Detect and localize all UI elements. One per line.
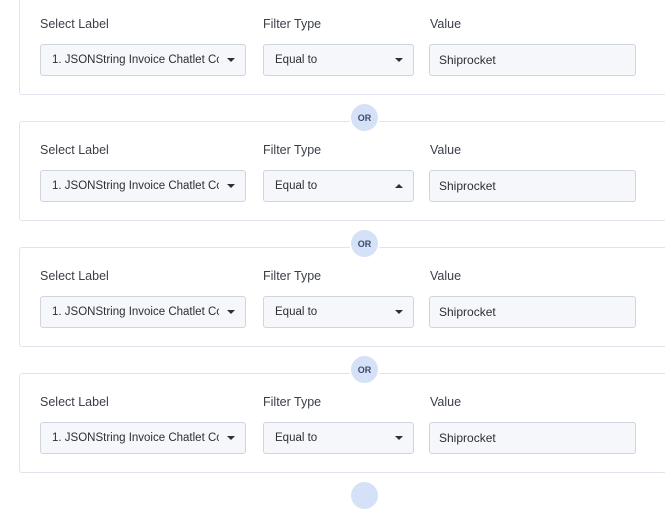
filter-type-value: Equal to (275, 306, 318, 318)
filter-type-value: Equal to (275, 54, 318, 66)
filter-type-value: Equal to (275, 180, 318, 192)
filter-type-dropdown[interactable]: Equal to (263, 422, 414, 454)
value-input[interactable]: Shiprocket (429, 44, 636, 76)
or-connector: OR (351, 230, 378, 257)
chevron-down-icon (227, 310, 235, 314)
value-heading: Value (430, 143, 462, 157)
select-label-dropdown[interactable]: 1. JSONString Invoice Chatlet Cc (40, 44, 246, 76)
select-label-value: 1. JSONString Invoice Chatlet Cc (52, 180, 219, 192)
select-label-heading: Select Label (40, 17, 109, 31)
select-label-dropdown[interactable]: 1. JSONString Invoice Chatlet Cc (40, 170, 246, 202)
filter-type-dropdown[interactable]: Equal to (263, 170, 414, 202)
select-label-value: 1. JSONString Invoice Chatlet Cc (52, 306, 219, 318)
filter-type-heading: Filter Type (263, 269, 322, 283)
filter-type-dropdown[interactable]: Equal to (263, 296, 414, 328)
filter-type-value: Equal to (275, 432, 318, 444)
select-label-heading: Select Label (40, 395, 109, 409)
condition-card: Select Label Filter Type Value 1. JSONSt… (19, 121, 665, 221)
chevron-down-icon (395, 58, 403, 62)
select-label-value: 1. JSONString Invoice Chatlet Cc (52, 54, 219, 66)
chevron-up-icon (395, 184, 403, 188)
value-heading: Value (430, 17, 462, 31)
value-heading: Value (430, 395, 462, 409)
condition-card: Select Label Filter Type Value 1. JSONSt… (19, 373, 665, 473)
filter-type-dropdown[interactable]: Equal to (263, 44, 414, 76)
chevron-down-icon (395, 436, 403, 440)
filter-type-heading: Filter Type (263, 17, 322, 31)
chevron-down-icon (227, 436, 235, 440)
select-label-dropdown[interactable]: 1. JSONString Invoice Chatlet Cc (40, 296, 246, 328)
or-connector: OR (351, 356, 378, 383)
select-label-value: 1. JSONString Invoice Chatlet Cc (52, 432, 219, 444)
select-label-heading: Select Label (40, 269, 109, 283)
or-connector: OR (351, 104, 378, 131)
chevron-down-icon (227, 58, 235, 62)
or-connector-partial (351, 482, 378, 509)
value-input[interactable]: Shiprocket (429, 422, 636, 454)
chevron-down-icon (395, 310, 403, 314)
value-input[interactable]: Shiprocket (429, 170, 636, 202)
value-input[interactable]: Shiprocket (429, 296, 636, 328)
value-heading: Value (430, 269, 462, 283)
select-label-heading: Select Label (40, 143, 109, 157)
condition-card: Select Label Filter Type Value 1. JSONSt… (19, 247, 665, 347)
chevron-down-icon (227, 184, 235, 188)
filter-type-heading: Filter Type (263, 395, 322, 409)
filter-type-heading: Filter Type (263, 143, 322, 157)
condition-card: Select Label Filter Type Value 1. JSONSt… (19, 0, 665, 95)
select-label-dropdown[interactable]: 1. JSONString Invoice Chatlet Cc (40, 422, 246, 454)
